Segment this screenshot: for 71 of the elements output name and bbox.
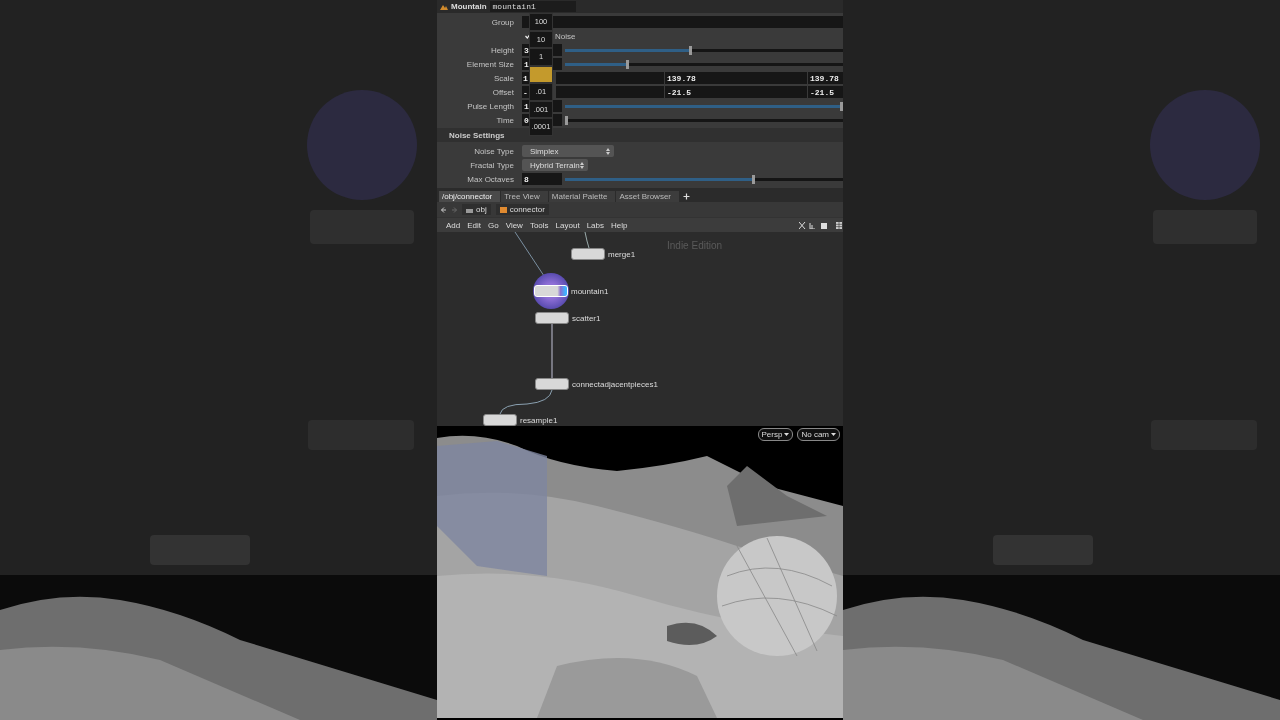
pane-tab[interactable]: Tree View <box>501 191 548 202</box>
network-node[interactable] <box>483 414 517 426</box>
menu-item[interactable]: View <box>505 220 523 230</box>
grid-icon[interactable] <box>836 221 842 229</box>
folder-icon <box>466 206 473 213</box>
vector-field[interactable]: -21.5 <box>808 86 843 98</box>
parameter-label: Pulse Length <box>466 101 514 111</box>
node-label: mountain1 <box>571 287 609 296</box>
network-node[interactable] <box>535 378 569 390</box>
value-field[interactable]: 8 <box>522 173 562 185</box>
menu-item[interactable]: Help <box>611 220 628 230</box>
parameter-label: Element Size <box>465 59 514 69</box>
slider-track[interactable] <box>565 118 843 122</box>
node-label: resample1 <box>520 416 558 425</box>
add-tab-icon[interactable] <box>683 193 690 200</box>
vector-field[interactable]: 139.78 <box>808 72 843 84</box>
pane-tab[interactable]: Material Palette <box>548 191 616 202</box>
slider-handle[interactable] <box>565 115 568 125</box>
wire <box>584 232 590 249</box>
menu-item[interactable]: Go <box>488 220 499 230</box>
slider-handle[interactable] <box>840 101 843 111</box>
path-crumb[interactable]: obj <box>462 204 491 215</box>
vector-field[interactable]: 1 <box>522 72 529 84</box>
wire <box>551 323 553 379</box>
slider-handle[interactable] <box>688 45 692 55</box>
node-label: scatter1 <box>572 314 601 323</box>
slider-handle[interactable] <box>752 174 755 184</box>
slider-handle[interactable] <box>625 59 629 69</box>
node-label: connectadjacentpieces1 <box>572 380 658 389</box>
menu-item[interactable]: Labs <box>586 220 604 230</box>
node-type-label: Mountain <box>451 2 487 11</box>
back-forward-icon[interactable] <box>441 206 457 213</box>
menu-item[interactable]: Layout <box>555 220 580 230</box>
network-node[interactable] <box>571 248 605 260</box>
dropdown[interactable]: Hybrid Terrain <box>522 159 588 171</box>
node-label: merge1 <box>608 250 636 259</box>
menu-item[interactable]: Tools <box>529 220 549 230</box>
viewport-dropdown[interactable]: No cam <box>797 428 840 441</box>
slider-track[interactable] <box>565 177 843 181</box>
updown-arrows-icon <box>606 147 610 155</box>
slider-track[interactable] <box>565 104 843 108</box>
parameter-label: Group <box>490 17 514 27</box>
mountain-icon <box>440 3 448 10</box>
updown-arrows-icon <box>580 161 584 169</box>
dropdown[interactable]: Simplex <box>522 145 614 157</box>
menu-item[interactable]: Add <box>446 220 461 230</box>
pane-tab[interactable]: Asset Browser <box>616 191 679 202</box>
slider-track[interactable] <box>565 62 843 66</box>
parameter-label: Scale <box>493 73 514 83</box>
parameter-label: Fractal Type <box>469 160 514 170</box>
vector-field[interactable]: - <box>522 86 529 98</box>
group-field[interactable] <box>522 16 843 28</box>
viewport-dropdown[interactable]: Persp <box>757 428 794 441</box>
network-icon <box>499 206 507 213</box>
slider-track[interactable] <box>565 48 843 52</box>
pane-tab[interactable]: /obj/connector <box>439 191 501 202</box>
checkbox-label: Noise <box>555 31 576 41</box>
parameter-label: Height <box>489 45 514 55</box>
wire <box>499 389 553 415</box>
section-header[interactable]: Noise Settings <box>437 128 843 142</box>
vector-field[interactable]: -21.5 <box>665 86 807 98</box>
toolbar-icons[interactable] <box>799 221 829 229</box>
parameter-label: Noise Type <box>473 146 514 156</box>
path-crumb[interactable]: connector <box>495 204 549 215</box>
parameter-label: Time <box>495 115 514 125</box>
vector-field[interactable]: 139.78 <box>665 72 807 84</box>
parameter-label: Max Octaves <box>466 174 514 184</box>
parameter-label: Offset <box>491 87 514 97</box>
network-node[interactable] <box>535 312 569 324</box>
node-name-field[interactable]: mountain1 <box>489 1 576 12</box>
menu-item[interactable]: Edit <box>467 220 482 230</box>
